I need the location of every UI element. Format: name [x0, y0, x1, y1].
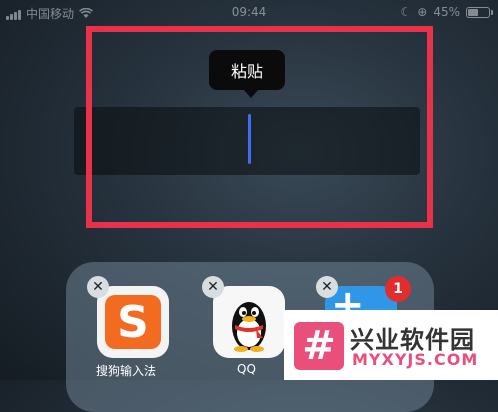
- delete-app-qq-button[interactable]: ✕: [202, 276, 224, 298]
- app-qq[interactable]: [213, 286, 285, 358]
- sogou-icon: S: [105, 295, 161, 349]
- qq-penguin-icon: [232, 302, 266, 352]
- watermark: # 兴业软件园 MYXYJS.COM: [284, 310, 498, 380]
- delete-app-sogou-button[interactable]: ✕: [87, 276, 109, 298]
- watermark-url: MYXYJS.COM: [352, 350, 479, 369]
- watermark-logo-icon: #: [294, 322, 344, 370]
- delete-app-third-button[interactable]: ✕: [316, 276, 338, 298]
- notification-badge: 1: [385, 276, 411, 302]
- status-right: ☾ ⊕ 45%: [400, 5, 493, 19]
- battery-percent: 45%: [433, 5, 460, 19]
- app-label-qq: QQ: [237, 362, 256, 376]
- rotation-lock-icon: ⊕: [417, 5, 428, 19]
- app-sogou[interactable]: S: [97, 286, 169, 358]
- highlight-box: [86, 26, 433, 228]
- app-label-sogou: 搜狗输入法: [96, 364, 157, 378]
- status-bar: 中国移动 09:44 ☾ ⊕ 45%: [0, 0, 498, 26]
- battery-icon: [466, 6, 493, 18]
- moon-icon: ☾: [400, 5, 412, 19]
